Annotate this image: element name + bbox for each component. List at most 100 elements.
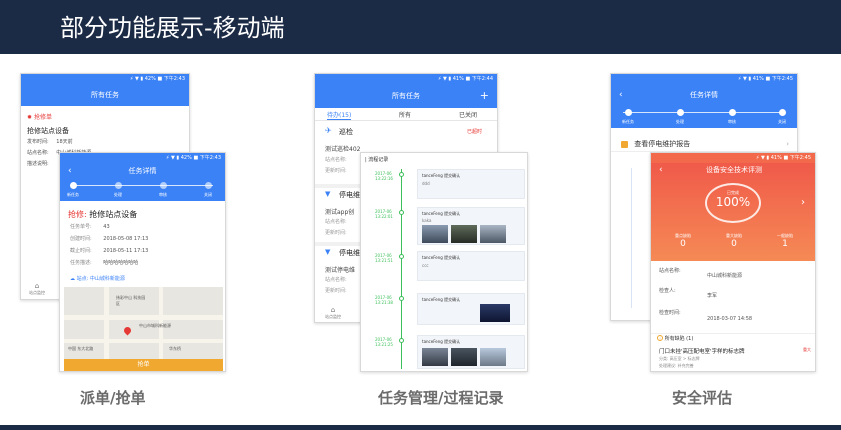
tab-bar: 待办(15) 所有 已关闭 xyxy=(315,108,497,121)
entry-card[interactable]: tanceFeng 提交确认 xyxy=(417,335,525,369)
cloud-icon: ☁ xyxy=(70,276,75,282)
nav-title: 设备安全技术评测 xyxy=(706,166,762,174)
site-photo[interactable] xyxy=(480,348,506,366)
entry-card[interactable]: tanceFeng 提交确认 ccc xyxy=(417,251,525,281)
tab-todo[interactable]: 待办(15) xyxy=(327,110,352,120)
step-line xyxy=(72,185,213,186)
field-value: 2018-05-11 17:13 xyxy=(103,248,149,254)
phone3-front-screen: ⚡ ▼ ▮ 41% ■ 下午2:45 ‹ 设备安全技术评测 已完成 100% ›… xyxy=(650,152,816,372)
back-arrow-icon[interactable]: ‹ xyxy=(659,163,663,177)
site-photo[interactable] xyxy=(480,304,510,322)
step-label: 新任务 xyxy=(622,119,634,124)
site-link[interactable]: ☁ 站点: 中山城科新能源 xyxy=(70,275,125,282)
field-task-no: 任务单号: 43 xyxy=(70,223,110,230)
timeline-entry: 2017-06 13:21:51 tanceFeng 提交确认 ccc xyxy=(361,251,527,287)
status-bar: ⚡ ▼ ▮ 41% ■ 下午2:44 xyxy=(315,74,497,84)
count-value: 0 xyxy=(680,239,686,249)
entry-card[interactable]: tanceFeng 提交确认 xyxy=(417,293,525,325)
caption-task-management: 任务管理/过程记录 xyxy=(378,389,504,407)
score-value: 100% xyxy=(715,195,751,209)
row-label: 发布时间: xyxy=(27,139,49,145)
chevron-right-icon[interactable]: › xyxy=(801,197,805,208)
step-line xyxy=(623,112,785,113)
site-photo[interactable] xyxy=(451,225,477,243)
map-label: 中国 东大北路 xyxy=(68,346,94,351)
field-deadline: 截止时间: 2018-05-11 17:13 xyxy=(70,247,148,254)
site-link-text: 站点: 中山城科新能源 xyxy=(76,276,125,282)
field-value: 2018-05-08 17:13 xyxy=(103,236,149,242)
site-photo[interactable] xyxy=(451,348,477,366)
field-label: 任务单号: xyxy=(70,224,92,230)
overdue-badge: 已超时 xyxy=(467,129,483,135)
score-ring: 已完成 100% xyxy=(705,183,761,223)
step-label: 新任务 xyxy=(67,192,79,197)
bottom-nav-monitor[interactable]: ⌂ 站点监控 xyxy=(325,306,341,320)
count-item: 重大缺陷 0 xyxy=(714,233,754,249)
item-desc: 测试app创 xyxy=(325,209,355,216)
entry-note: ccc xyxy=(422,263,429,268)
tab-closed[interactable]: 已关闭 xyxy=(459,110,477,119)
entry-card[interactable]: tanceFeng 提交确认 ddd xyxy=(417,169,525,199)
nav-title: 任务详情 xyxy=(690,91,718,99)
nav-bar: ‹ 设备安全技术评测 xyxy=(651,163,815,177)
back-arrow-icon[interactable]: ‹ xyxy=(619,84,623,106)
tab-all[interactable]: 所有 xyxy=(399,110,411,119)
map-label: 华东桥 xyxy=(169,346,181,351)
report-link[interactable]: 查看停电维护报告 › xyxy=(611,136,797,152)
info-icon: i xyxy=(657,335,663,341)
nav-bar: ‹ 任务详情 xyxy=(60,163,225,179)
add-icon[interactable]: + xyxy=(480,84,489,108)
item-desc: 测试巡检402 xyxy=(325,146,361,153)
item-row: 更新时间: xyxy=(325,168,347,174)
grab-order-label: 抢单 xyxy=(137,361,150,368)
phone2-front-screen: | 流程记录 2017-06 13:22:16 tanceFeng 提交确认 d… xyxy=(360,152,528,372)
caption-safety-evaluation: 安全评估 xyxy=(672,389,733,407)
field-inspect-time: 检查时间: 2018-03-07 14:58 xyxy=(659,309,752,322)
defect-header-label: 所有缺陷 (1) xyxy=(664,336,694,342)
field-label: 任务描述: xyxy=(70,260,92,266)
field-label: 检查人: xyxy=(659,288,676,294)
nav-title: 任务详情 xyxy=(128,167,157,175)
entry-user: tanceFeng 提交确认 xyxy=(422,255,461,260)
process-header: | 流程记录 xyxy=(365,156,388,163)
section-label: 抢修单 xyxy=(33,114,52,121)
score-panel: ‹ 设备安全技术评测 已完成 100% › 重点缺陷 0 重大缺陷 0 一般缺陷… xyxy=(651,163,815,261)
timeline-dot xyxy=(399,210,404,215)
back-arrow-icon[interactable]: ‹ xyxy=(68,163,72,179)
field-created: 创建时间: 2018-05-08 17:13 xyxy=(70,235,148,242)
site-photo[interactable] xyxy=(480,225,506,243)
slide-title: 部分功能展示-移动端 xyxy=(60,14,285,42)
field-label: 创建时间: xyxy=(70,236,92,242)
defect-detail: 分类: 高压室 > 标志牌 xyxy=(659,356,700,361)
location-pin-icon xyxy=(122,325,133,336)
site-photo[interactable] xyxy=(422,225,448,243)
report-link-label: 查看停电维护报告 xyxy=(634,140,691,148)
nav-bar: 所有任务 xyxy=(21,84,189,106)
field-site: 站点名称: 中山城科新能源 xyxy=(659,267,742,279)
home-icon: ⌂ xyxy=(330,306,336,314)
defect-item[interactable]: 门口未挂'高压配电室'字样的标志牌 重大 分类: 高压室 > 标志牌 处理建议:… xyxy=(651,346,815,371)
inspection-icon: ✈ xyxy=(325,126,332,135)
status-bar: ⚡ ▼ ▮ 41% ■ 下午2:45 xyxy=(651,153,815,163)
slide-header: 部分功能展示-移动端 xyxy=(0,0,841,54)
timeline-dot xyxy=(399,172,404,177)
field-value: 哈哈哈哈哈哈哈 xyxy=(103,260,139,266)
nav-title: 所有任务 xyxy=(91,91,119,99)
count-value: 1 xyxy=(782,239,788,249)
progress-steps: 新任务 处理 审核 关闭 xyxy=(60,179,225,201)
task-name: 抢修站点设备 xyxy=(89,210,138,219)
publish-row: 发布时间: 18天前 xyxy=(27,138,73,145)
field-label: 检查时间: xyxy=(659,310,681,316)
entry-date: 2017-06 13:22:16 xyxy=(375,171,393,181)
bottom-nav-monitor[interactable]: ⌂ 站点监控 xyxy=(29,282,45,296)
site-map[interactable]: 纬彩中山 科技园区 中山市城科新能源 中国 东大北路 华东桥 xyxy=(64,287,223,359)
step-dot-review xyxy=(160,182,167,189)
status-bar: ⚡ ▼ ▮ 42% ■ 下午2:43 xyxy=(60,153,225,163)
grab-order-button[interactable]: 抢单 xyxy=(64,359,223,371)
status-bar: ⚡ ▼ ▮ 41% ■ 下午2:45 xyxy=(611,74,797,84)
task-title[interactable]: 抢修站点设备 xyxy=(27,126,69,136)
entry-card[interactable]: tanceFeng 提交确认 kaka xyxy=(417,207,525,245)
defect-detail: 处理建议: 补充完善 xyxy=(659,363,694,368)
home-icon: ⌂ xyxy=(34,282,40,290)
site-photo[interactable] xyxy=(422,348,448,366)
